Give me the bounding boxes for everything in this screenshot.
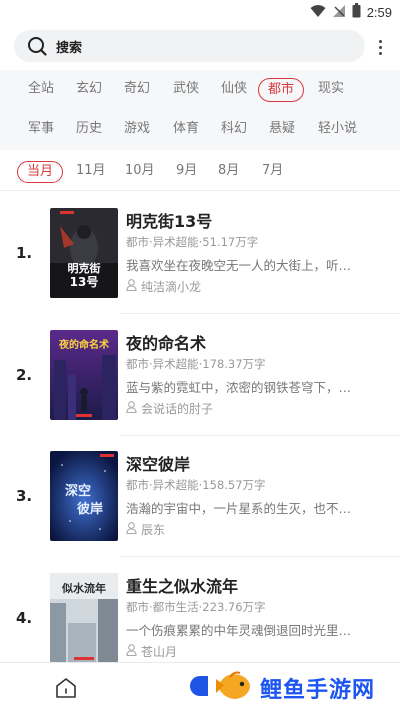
book-rank: 2. — [16, 366, 33, 384]
book-description: 一个伤痕累累的中年灵魂倒退回时光里… — [126, 623, 352, 638]
user-icon — [126, 401, 137, 416]
book-description: 浩瀚的宇宙中，一片星系的生灭，也不… — [126, 501, 352, 516]
category-all[interactable]: 全站 — [28, 78, 54, 102]
book-rank: 3. — [16, 487, 33, 505]
book-meta: 都市·都市生活·223.76万字 — [126, 600, 266, 614]
svg-text:似水流年: 似水流年 — [61, 581, 106, 595]
book-cover: 似水流年 — [50, 573, 118, 663]
book-description: 我喜欢坐在夜晚空无一人的大街上，听… — [126, 258, 352, 273]
user-icon — [126, 522, 137, 537]
divider — [120, 313, 400, 314]
category-xuanyi[interactable]: 悬疑 — [269, 118, 295, 142]
month-filter: 当月 11月 10月 9月 8月 7月 — [0, 156, 400, 188]
book-author-name: 会说话的肘子 — [141, 402, 214, 416]
nav-indicator[interactable] — [190, 676, 208, 696]
book-cover: 明克街 13号 — [50, 208, 118, 298]
month-7[interactable]: 7月 — [262, 161, 283, 183]
month-10[interactable]: 10月 — [125, 161, 155, 183]
category-row-2: 军事 历史 游戏 体育 科幻 悬疑 轻小说 — [0, 110, 400, 150]
bottom-nav: 鲤鱼手游网 — [0, 662, 400, 711]
category-xuanhuan[interactable]: 玄幻 — [76, 78, 102, 102]
svg-text:明克街: 明克街 — [68, 261, 101, 275]
battery-icon — [352, 2, 361, 22]
search-icon — [26, 35, 48, 57]
book-meta: 都市·异术超能·51.17万字 — [126, 235, 259, 249]
status-bar: 2:59 — [0, 0, 400, 24]
divider — [120, 435, 400, 436]
book-cover: 夜的命名术 — [50, 330, 118, 420]
book-title: 重生之似水流年 — [126, 577, 239, 596]
category-lishi[interactable]: 历史 — [76, 118, 102, 142]
book-author: 苍山月 — [126, 643, 177, 660]
category-youxi[interactable]: 游戏 — [124, 118, 150, 142]
book-description: 蓝与紫的霓虹中，浓密的钢铁苍穹下，… — [126, 380, 352, 395]
svg-text:彼岸: 彼岸 — [77, 501, 103, 517]
svg-text:13号: 13号 — [70, 274, 99, 289]
book-rank: 4. — [16, 609, 33, 627]
category-xianshi[interactable]: 现实 — [318, 78, 344, 102]
status-icons: 2:59 — [310, 2, 392, 22]
status-time: 2:59 — [366, 4, 392, 20]
book-author: 纯洁滴小龙 — [126, 278, 201, 295]
divider — [0, 190, 400, 191]
search-input[interactable]: 搜索 — [14, 30, 365, 62]
book-meta: 都市·异术超能·158.57万字 — [126, 478, 266, 492]
book-author-name: 辰东 — [141, 523, 166, 537]
category-junshi[interactable]: 军事 — [28, 118, 54, 142]
month-9[interactable]: 9月 — [176, 161, 197, 183]
category-tiyu[interactable]: 体育 — [173, 118, 199, 142]
category-dushi[interactable]: 都市 — [258, 78, 305, 102]
category-row-1: 全站 玄幻 奇幻 武侠 仙侠 都市 现实 — [0, 70, 400, 110]
svg-text:夜的命名术: 夜的命名术 — [58, 338, 109, 351]
category-qihuan[interactable]: 奇幻 — [124, 78, 150, 102]
month-11[interactable]: 11月 — [76, 161, 106, 183]
book-item[interactable]: 1. 明克街 13号 明克街13号 都市·异术超能·51.17万字 我喜欢坐在夜… — [0, 208, 400, 330]
user-icon — [126, 644, 137, 659]
book-author: 辰东 — [126, 521, 165, 538]
ranking-page: 2:59 搜索 全站 玄幻 奇幻 武侠 仙侠 都市 现实 军事 历史 游戏 体育… — [0, 0, 400, 711]
book-title: 深空彼岸 — [126, 455, 191, 474]
book-item[interactable]: 2. 夜的命名术 夜的命名术 都市·异术超能·178.37万字 蓝与紫的霓虹中，… — [0, 330, 400, 452]
watermark: 鲤鱼手游网 — [214, 663, 375, 711]
svg-text:深空: 深空 — [65, 483, 91, 499]
category-kehuan[interactable]: 科幻 — [221, 118, 247, 142]
category-xianxia[interactable]: 仙侠 — [221, 78, 247, 102]
signal-icon — [332, 3, 346, 22]
watermark-text: 鲤鱼手游网 — [260, 677, 376, 703]
month-8[interactable]: 8月 — [218, 161, 239, 183]
category-wuxia[interactable]: 武侠 — [173, 78, 199, 102]
category-qingxiaoshuo[interactable]: 轻小说 — [318, 118, 357, 142]
book-cover: 深空 彼岸 — [50, 451, 118, 541]
wifi-icon — [310, 3, 326, 22]
home-icon[interactable] — [54, 677, 78, 699]
category-filter: 全站 玄幻 奇幻 武侠 仙侠 都市 现实 军事 历史 游戏 体育 科幻 悬疑 轻… — [0, 70, 400, 150]
divider — [120, 556, 400, 557]
month-current[interactable]: 当月 — [17, 161, 64, 183]
book-author: 会说话的肘子 — [126, 400, 213, 417]
more-vertical-icon[interactable] — [372, 36, 388, 58]
book-rank: 1. — [16, 244, 33, 262]
fish-logo-icon — [214, 667, 254, 709]
book-title: 夜的命名术 — [126, 334, 207, 353]
user-icon — [126, 279, 137, 294]
search-row: 搜索 — [0, 28, 400, 66]
book-item[interactable]: 3. 深空 彼岸 深空彼岸 都市·异术超能·158.57万字 浩瀚的宇宙中，一片… — [0, 451, 400, 573]
search-label: 搜索 — [56, 40, 83, 56]
book-author-name: 苍山月 — [141, 645, 178, 659]
book-title: 明克街13号 — [126, 212, 213, 231]
book-meta: 都市·异术超能·178.37万字 — [126, 357, 266, 371]
book-author-name: 纯洁滴小龙 — [141, 280, 202, 294]
